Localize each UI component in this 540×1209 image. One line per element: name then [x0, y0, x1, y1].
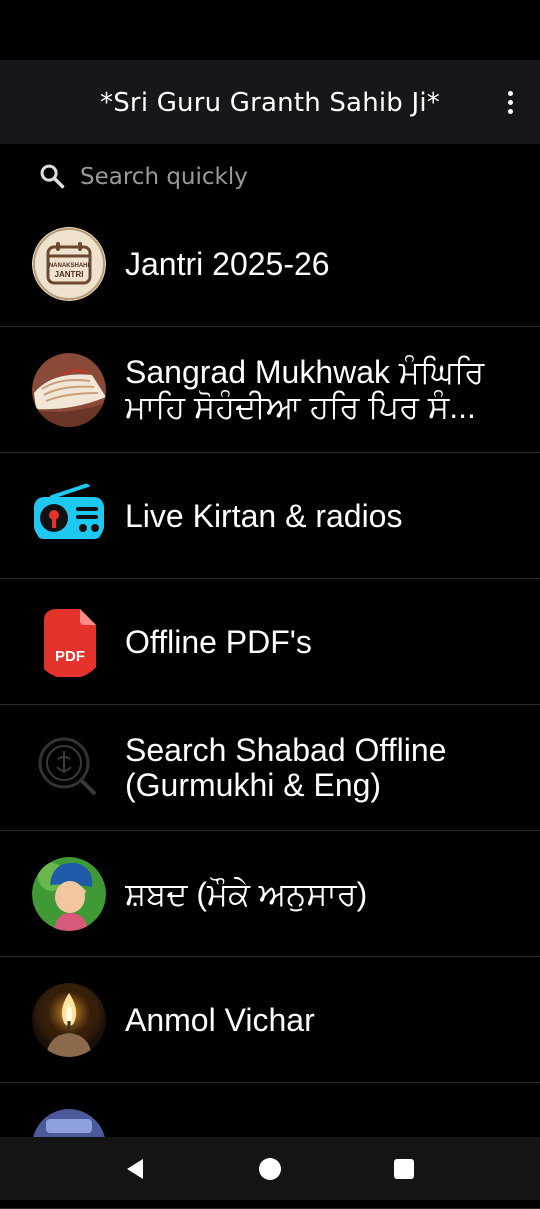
list-item-anmol-vichar[interactable]: Anmol Vichar [0, 957, 540, 1083]
item-label: Jantri 2025-26 [125, 246, 330, 282]
khanda-search-icon [32, 731, 106, 805]
nanakshahi-jantri-calendar-icon: NANAKSHAHI JANTRI [32, 227, 106, 301]
item-label: Offline PDF's [125, 624, 312, 660]
pdf-file-icon: PDF [32, 605, 106, 679]
status-bar [0, 0, 540, 60]
search-input[interactable] [78, 156, 502, 198]
list-item-search-shabad[interactable]: Search Shabad Offline (Gurmukhi & Eng) [0, 705, 540, 831]
list-item-shabad-occasion[interactable]: ਸ਼ਬਦ (ਮੌਕੇ ਅਨੁਸਾਰ) [0, 831, 540, 957]
list-item-jantri[interactable]: NANAKSHAHI JANTRI Jantri 2025-26 [0, 201, 540, 327]
item-label: ਸ਼ਬਦ (ਮੌਕੇ ਅਨੁਸਾਰ) [125, 876, 368, 912]
item-label: Anmol Vichar [125, 1002, 315, 1038]
more-vert-icon[interactable] [490, 82, 530, 122]
svg-text:JANTRI: JANTRI [55, 270, 84, 279]
recents-square-icon[interactable] [394, 1159, 414, 1179]
candle-flame-icon [32, 983, 106, 1057]
holy-scripture-page-icon [32, 353, 106, 427]
list-item-offline-pdfs[interactable]: PDF Offline PDF's [0, 579, 540, 705]
back-triangle-icon[interactable] [124, 1157, 148, 1181]
svg-text:NANAKSHAHI: NANAKSHAHI [49, 263, 90, 269]
search-icon [40, 164, 65, 189]
search-bar [0, 150, 540, 206]
radio-icon [32, 479, 106, 553]
home-circle-icon[interactable] [258, 1157, 282, 1181]
item-label: Search Shabad Offline (Gurmukhi & Eng) [125, 733, 447, 803]
app-title: *Sri Guru Granth Sahib Ji* [100, 88, 440, 118]
item-label: Sangrad Mukhwak ਮੰਘਿਰਿ ਮਾਹਿ ਸੋਹੰਦੀਆ ਹਰਿ … [125, 355, 485, 425]
list-item-sangrad-mukhwak[interactable]: Sangrad Mukhwak ਮੰਘਿਰਿ ਮਾਹਿ ਸੋਹੰਦੀਆ ਹਰਿ … [0, 327, 540, 453]
system-nav-bar [0, 1137, 540, 1200]
menu-list: NANAKSHAHI JANTRI Jantri 2025-26 Sangrad… [0, 201, 540, 1209]
item-label: Live Kirtan & radios [125, 498, 403, 534]
svg-text:PDF: PDF [55, 648, 85, 665]
list-item-live-kirtan[interactable]: Live Kirtan & radios [0, 453, 540, 579]
praying-child-icon [32, 857, 106, 931]
app-bar: *Sri Guru Granth Sahib Ji* [0, 60, 540, 144]
